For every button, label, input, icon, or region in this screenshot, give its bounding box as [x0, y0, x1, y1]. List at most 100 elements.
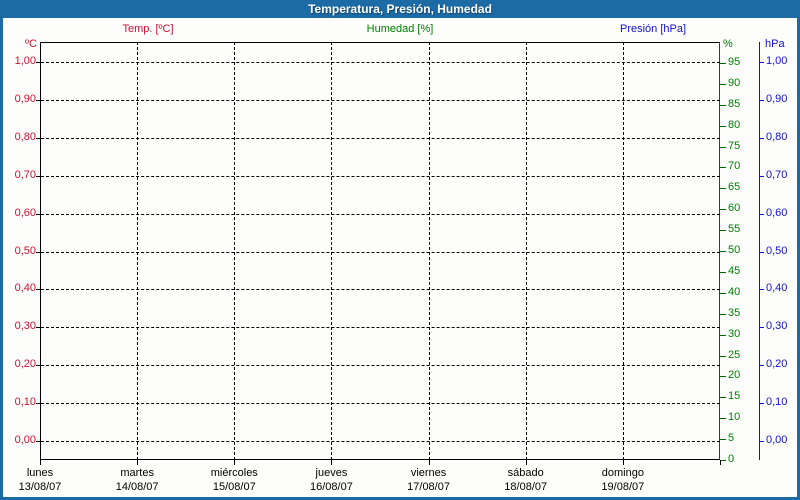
humidity-tick: [720, 313, 726, 315]
pressure-tick-label: 0,90: [766, 92, 788, 105]
temp-tick: [36, 365, 40, 367]
humidity-tick: [720, 334, 726, 336]
day-tick: [234, 460, 236, 465]
humidity-tick: [720, 167, 726, 169]
pressure-tick: [759, 403, 764, 405]
temp-tick: [36, 441, 40, 442]
temp-tick-label: 0,50: [14, 244, 36, 257]
temp-tick: [36, 289, 40, 291]
h-gridline: [41, 403, 720, 405]
humidity-tick: [720, 62, 726, 64]
day-tick: [137, 460, 139, 465]
temp-tick-label: 0,70: [14, 168, 36, 181]
pressure-axis-unit: hPa: [765, 38, 785, 50]
legend-temperature: Temp. [ºC]: [122, 23, 174, 35]
humidity-tick-label: 25: [728, 348, 741, 361]
temp-tick: [36, 213, 40, 215]
temp-tick: [36, 137, 40, 139]
date-label: 13/08/07: [18, 481, 62, 493]
humidity-tick: [720, 271, 726, 273]
humidity-tick: [720, 230, 726, 232]
humidity-tick-label: 85: [728, 97, 741, 110]
chart-window: Temperatura, Presión, Humedad Temp. [ºC]…: [0, 0, 800, 500]
weekday-label: domingo: [601, 467, 644, 479]
humidity-tick: [720, 209, 726, 211]
humidity-tick-label: 80: [728, 118, 741, 131]
v-gridline: [428, 42, 430, 460]
humidity-tick: [720, 376, 726, 378]
humidity-tick-label: 15: [728, 390, 741, 403]
temp-tick-label: 0,10: [14, 396, 36, 409]
humidity-tick-label: 35: [728, 306, 741, 319]
humidity-tick: [720, 355, 726, 357]
v-gridline: [137, 42, 139, 460]
pressure-tick-label: 0,70: [766, 168, 788, 181]
h-gridline: [41, 327, 720, 329]
legend-humidity: Humedad [%]: [366, 23, 434, 35]
humidity-tick: [720, 251, 726, 252]
v-gridline: [525, 42, 527, 460]
temp-tick: [36, 175, 40, 177]
h-gridline: [41, 213, 720, 215]
pressure-tick: [759, 62, 764, 63]
pressure-tick: [759, 213, 764, 215]
weekday-label: jueves: [315, 467, 348, 479]
temp-tick-label: 0,60: [14, 206, 36, 219]
humidity-tick-label: 10: [728, 411, 741, 424]
pressure-tick: [759, 441, 764, 442]
pressure-tick: [759, 365, 764, 367]
pressure-tick-label: 0,00: [766, 434, 788, 446]
h-gridline: [41, 175, 720, 177]
v-gridline: [622, 42, 624, 460]
humidity-tick-label: 20: [728, 369, 741, 382]
legend-pressure: Presión [hPa]: [619, 23, 687, 35]
pressure-tick-label: 0,20: [766, 358, 788, 371]
pressure-tick: [759, 137, 764, 139]
humidity-tick-label: 95: [728, 55, 741, 68]
temp-tick: [36, 403, 40, 405]
temp-tick-label: 0,00: [14, 434, 36, 446]
humidity-tick-label: 70: [728, 160, 741, 173]
temp-tick: [36, 99, 40, 101]
date-label: 19/08/07: [601, 481, 645, 493]
h-gridline: [41, 99, 720, 101]
h-gridline: [41, 137, 720, 139]
humidity-axis-unit: %: [723, 38, 733, 50]
humidity-tick: [720, 146, 726, 148]
v-gridline: [331, 42, 333, 460]
humidity-tick-label: 90: [728, 76, 741, 89]
pressure-tick-label: 0,30: [766, 320, 788, 333]
humidity-tick: [720, 188, 726, 190]
humidity-tick-label: 50: [728, 244, 741, 256]
temp-tick-label: 0,30: [14, 320, 36, 333]
v-gridline: [234, 42, 236, 460]
temp-tick-label: 0,40: [14, 282, 36, 295]
humidity-tick: [720, 83, 726, 85]
humidity-tick: [720, 125, 726, 127]
pressure-tick-label: 1,00: [766, 55, 788, 67]
pressure-tick: [759, 289, 764, 291]
humidity-tick: [720, 104, 726, 106]
date-label: 16/08/07: [310, 481, 353, 493]
pressure-tick-label: 0,40: [766, 282, 788, 295]
humidity-tick-label: 5: [728, 432, 735, 445]
weekday-label: viernes: [410, 467, 447, 479]
pressure-tick: [759, 175, 764, 177]
temp-tick: [36, 62, 40, 63]
day-tick: [331, 460, 333, 465]
humidity-tick: [720, 418, 726, 420]
humidity-tick-label: 75: [728, 139, 741, 152]
pressure-tick: [759, 327, 764, 329]
humidity-tick-label: 60: [728, 202, 741, 215]
temp-tick-label: 1,00: [14, 55, 36, 67]
date-label: 17/08/07: [407, 481, 450, 493]
day-tick: [622, 460, 624, 465]
date-label: 18/08/07: [504, 481, 548, 493]
day-tick: [428, 460, 430, 465]
title-bar: Temperatura, Presión, Humedad: [0, 0, 800, 18]
day-tick: [720, 460, 721, 465]
h-gridline: [41, 62, 720, 63]
pressure-tick-label: 0,50: [766, 244, 788, 257]
humidity-tick-label: 65: [728, 181, 741, 194]
pressure-tick-label: 0,10: [766, 396, 788, 409]
